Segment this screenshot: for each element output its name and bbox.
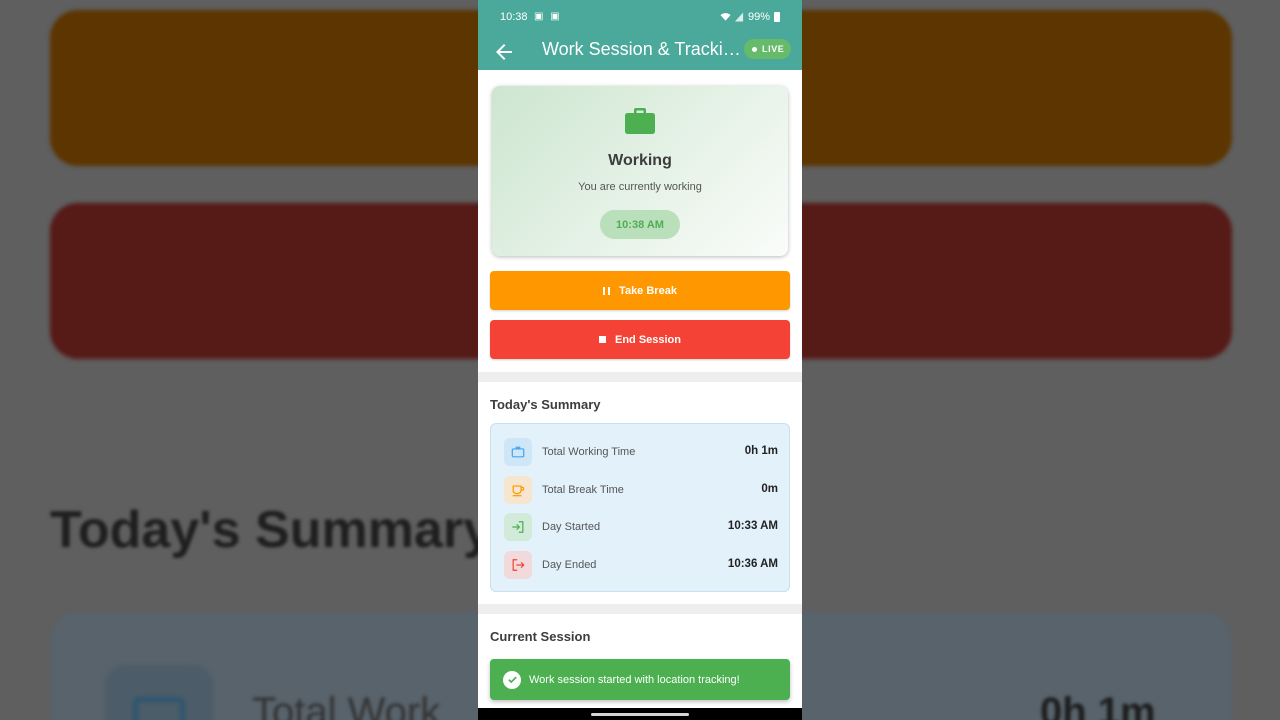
summary-row-day-ended: Day Ended 10:36 AM (491, 551, 791, 581)
summary-row-day-started: Day Started 10:33 AM (491, 513, 791, 543)
back-arrow-icon[interactable] (492, 40, 516, 64)
home-indicator[interactable] (591, 713, 689, 716)
battery-percent: 99% (747, 11, 770, 23)
phone-screen: 10:38 ▣ ▣ 99% Work Session & Tracking LI… (478, 0, 802, 720)
summary-card: Total Working Time 0h 1m Total Break Tim… (490, 423, 790, 592)
current-session-section: Current Session Work session started wit… (478, 614, 802, 720)
notification-icons: ▣ ▣ (534, 11, 562, 22)
summary-value: 10:36 AM (727, 558, 778, 570)
take-break-label: Take Break (619, 284, 677, 297)
end-session-button[interactable]: End Session (490, 320, 790, 359)
snackbar: Work session started with location track… (490, 659, 790, 700)
status-card: Working You are currently working 10:38 … (492, 86, 788, 256)
app-title: Work Session & Tracking (542, 39, 742, 59)
status-title: Working (608, 152, 672, 169)
signal-icon (734, 12, 744, 22)
app-bar: Work Session & Tracking LIVE (478, 34, 802, 70)
summary-row-break-time: Total Break Time 0m (491, 476, 791, 506)
summary-value: 0h 1m (744, 445, 778, 457)
summary-label: Day Started (542, 521, 601, 533)
summary-value: 0m (761, 483, 778, 495)
snackbar-message: Work session started with location track… (529, 673, 740, 686)
current-time-badge: 10:38 AM (600, 210, 680, 239)
coffee-icon (504, 476, 532, 504)
check-circle-icon (503, 670, 521, 689)
login-icon (504, 513, 532, 541)
summary-value: 10:33 AM (727, 520, 778, 532)
take-break-button[interactable]: Take Break (490, 271, 790, 310)
stop-icon (598, 336, 606, 343)
system-nav-bar (478, 708, 802, 720)
status-bar: 10:38 ▣ ▣ 99% (478, 0, 802, 34)
bg-row-label: Total Work (252, 690, 441, 720)
summary-row-working-time: Total Working Time 0h 1m (491, 438, 791, 468)
bg-briefcase-icon (105, 665, 213, 720)
status-time: 10:38 (500, 11, 528, 23)
battery-icon (774, 12, 780, 22)
briefcase-icon (504, 438, 532, 466)
summary-label: Total Working Time (542, 446, 636, 458)
current-session-title: Current Session (490, 629, 591, 644)
briefcase-icon (625, 108, 655, 134)
bg-row-value: 0h 1m (1040, 690, 1156, 720)
bg-summary-title: Today's Summary (50, 501, 492, 559)
status-right: 99% (720, 11, 780, 23)
wifi-icon (720, 13, 731, 21)
pause-icon (603, 286, 611, 295)
session-status-section: Working You are currently working 10:38 … (478, 70, 802, 372)
todays-summary-section: Today's Summary Total Working Time 0h 1m… (478, 382, 802, 604)
summary-label: Day Ended (542, 559, 597, 571)
status-subtitle: You are currently working (578, 181, 702, 193)
live-label: LIVE (762, 44, 785, 54)
summary-label: Total Break Time (542, 484, 624, 496)
logout-icon (504, 551, 532, 579)
end-session-label: End Session (614, 333, 682, 346)
live-dot-icon (752, 46, 757, 52)
summary-title: Today's Summary (490, 397, 601, 412)
live-badge: LIVE (744, 39, 792, 59)
